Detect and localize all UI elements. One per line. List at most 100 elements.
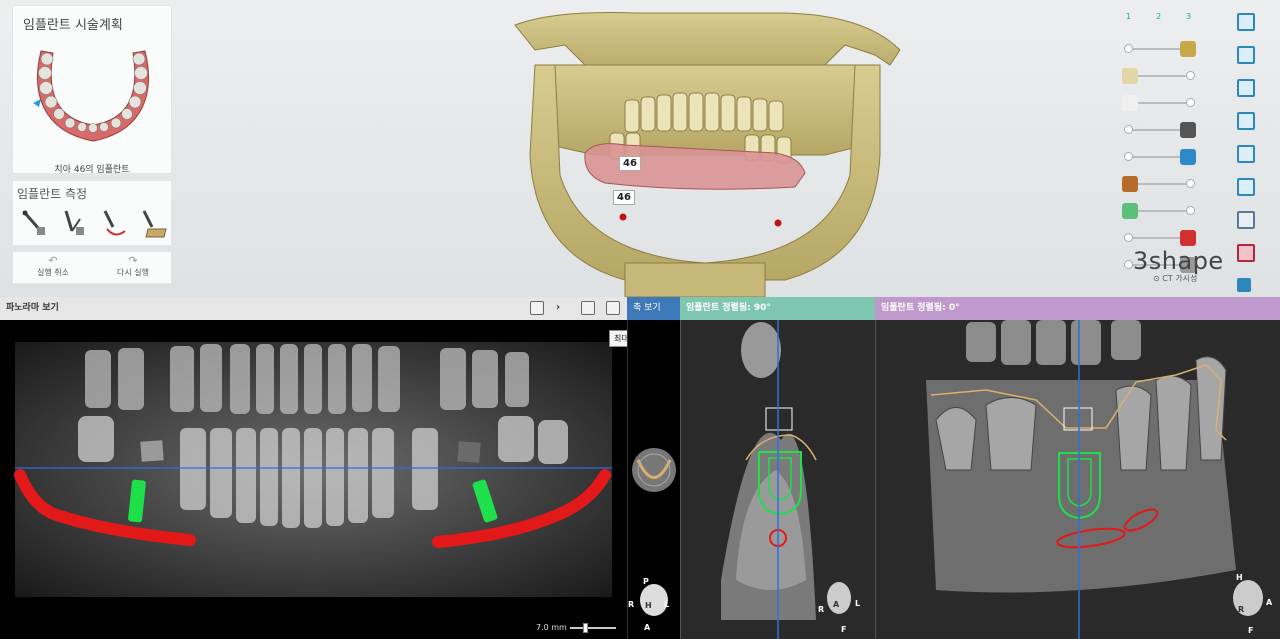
undo-button[interactable]: ↶ 실행 취소 xyxy=(18,254,88,283)
implant-opacity-slider[interactable] xyxy=(1122,149,1202,165)
dental-arch-thumbnail[interactable] xyxy=(21,41,165,151)
visibility-tab-2[interactable]: 2 xyxy=(1156,12,1161,21)
cs90-orient-f: F xyxy=(841,625,847,634)
crown-icon xyxy=(1180,41,1196,57)
cross-section-90-view[interactable]: R A L F xyxy=(680,320,875,639)
axial-orient-r: R xyxy=(628,600,635,609)
model-icon xyxy=(1122,68,1138,84)
cs0-orient-f: F xyxy=(1248,626,1254,635)
axial-header[interactable]: 축 보기 xyxy=(627,297,680,320)
redo-button[interactable]: ↷ 다시 실행 xyxy=(98,254,168,283)
axial-orient-h: H xyxy=(645,601,652,610)
angle-tool-button[interactable] xyxy=(56,205,92,241)
gingiva-opacity-slider[interactable] xyxy=(1122,95,1202,111)
3d-viewport[interactable]: 임플란트 시술계획 치아 46의 임플란트 임플란트 측정 ↶ 실행 취소 ↷ … xyxy=(0,0,1280,297)
distance-tool-icon xyxy=(22,210,45,235)
view-back-icon[interactable] xyxy=(1237,46,1255,64)
sleeve-opacity-slider[interactable] xyxy=(1122,176,1202,192)
redo-icon: ↷ xyxy=(128,254,138,267)
undo-label: 실행 취소 xyxy=(37,268,69,277)
slider-knob[interactable] xyxy=(1186,179,1195,188)
bone-density-tool-button[interactable] xyxy=(134,205,170,241)
cross-section-90-header[interactable]: 임플란트 정렬됨: 90° xyxy=(680,297,875,320)
slider-track[interactable] xyxy=(1130,102,1194,104)
plan-panel-caption: 치아 46의 임플란트 xyxy=(54,165,130,175)
angle-tool-icon xyxy=(64,210,84,235)
plan-panel-title: 임플란트 시술계획 xyxy=(23,18,123,33)
visibility-tab-1[interactable]: 1 xyxy=(1126,12,1131,21)
cs0-orient-a: A xyxy=(1266,598,1273,607)
slider-knob[interactable] xyxy=(1124,233,1133,242)
ct-visibility-toggle[interactable]: ⊙ CT 가시성 xyxy=(1153,273,1197,284)
reset-view-icon[interactable] xyxy=(1237,211,1255,229)
panorama-title: 파노라마 보기 xyxy=(6,303,59,313)
cross-section-0-view[interactable]: H R A F xyxy=(875,320,1280,639)
view-top-icon[interactable] xyxy=(1237,145,1255,163)
slider-knob[interactable] xyxy=(1124,152,1133,161)
slider-knob[interactable] xyxy=(1124,125,1133,134)
axial-orient-l: L xyxy=(664,600,670,609)
tooth-tag-46-upper[interactable]: 46 xyxy=(619,156,641,171)
redo-label: 다시 실행 xyxy=(117,268,149,277)
implant-icon xyxy=(1180,149,1196,165)
measure-panel-title: 임플란트 측정 xyxy=(17,187,88,201)
slider-track[interactable] xyxy=(1130,75,1194,77)
scale-label: 7.0 mm xyxy=(536,623,567,632)
axial-orient-p: P xyxy=(643,577,649,586)
slider-knob[interactable] xyxy=(1124,44,1133,53)
view-right-icon[interactable] xyxy=(1237,112,1255,130)
abutment-icon xyxy=(1180,122,1196,138)
slider-knob[interactable] xyxy=(1186,98,1195,107)
axial-view[interactable]: P R H L A xyxy=(627,320,680,639)
ct-visibility-label: CT 가시성 xyxy=(1162,274,1198,283)
scale-slider-knob[interactable] xyxy=(583,623,588,633)
screenshot-icon[interactable] xyxy=(1237,278,1251,292)
cross-section-0-header[interactable]: 임플란트 정렬됨: 0° xyxy=(875,297,1280,320)
slider-knob[interactable] xyxy=(1124,260,1133,269)
slider-knob[interactable] xyxy=(1186,71,1195,80)
camera-icon[interactable] xyxy=(530,301,544,315)
cross-section-90-title: 임플란트 정렬됨: 90° xyxy=(686,303,771,313)
tooth-tag-46-lower[interactable]: 46 xyxy=(613,190,635,205)
distance-tool-button[interactable] xyxy=(17,205,53,241)
scale-slider[interactable] xyxy=(570,623,616,633)
sleeve-icon xyxy=(1122,176,1138,192)
axial-orient-a: A xyxy=(644,623,651,632)
cs90-orient-l: L xyxy=(855,599,861,608)
gingiva-icon xyxy=(1122,95,1138,111)
guide-icon xyxy=(1122,203,1138,219)
implant-measure-panel: 임플란트 측정 xyxy=(12,180,172,246)
view-front-icon[interactable] xyxy=(1237,13,1255,31)
ct-skull-3d-render[interactable] xyxy=(495,5,915,297)
implant-plan-panel: 임플란트 시술계획 치아 46의 임플란트 xyxy=(12,5,172,175)
guide-opacity-slider[interactable] xyxy=(1122,203,1202,219)
axial-title: 축 보기 xyxy=(633,303,661,313)
undo-icon: ↶ xyxy=(48,254,58,267)
cs90-orient-r: R xyxy=(818,605,825,614)
history-panel: ↶ 실행 취소 ↷ 다시 실행 xyxy=(12,251,172,284)
maximize-icon[interactable] xyxy=(606,301,620,315)
chevron-right-icon[interactable]: › xyxy=(556,301,570,315)
brand-logo: 3shape xyxy=(1133,247,1224,275)
guide-view-icon[interactable] xyxy=(1237,244,1255,262)
curve-tool-icon xyxy=(103,210,126,236)
slider-track[interactable] xyxy=(1130,210,1194,212)
density-tool-icon xyxy=(142,210,167,238)
nerve-opacity-slider[interactable] xyxy=(1122,230,1202,246)
nerve-icon xyxy=(1180,230,1196,246)
cs90-orient-a: A xyxy=(833,600,840,609)
cross-section-0-title: 임플란트 정렬됨: 0° xyxy=(881,303,960,313)
visibility-tab-3[interactable]: 3 xyxy=(1186,12,1191,21)
view-left-icon[interactable] xyxy=(1237,79,1255,97)
ct-visibility-icon: ⊙ xyxy=(1153,274,1160,283)
panorama-view[interactable] xyxy=(0,320,627,639)
abutment-opacity-slider[interactable] xyxy=(1122,122,1202,138)
curve-distance-tool-button[interactable] xyxy=(95,205,131,241)
slider-track[interactable] xyxy=(1130,183,1194,185)
slider-knob[interactable] xyxy=(1186,206,1195,215)
model-opacity-slider[interactable] xyxy=(1122,68,1202,84)
cs0-orient-h: H xyxy=(1236,573,1243,582)
crown-opacity-slider[interactable] xyxy=(1122,41,1202,57)
grid-layout-icon[interactable] xyxy=(581,301,595,315)
view-bottom-icon[interactable] xyxy=(1237,178,1255,196)
